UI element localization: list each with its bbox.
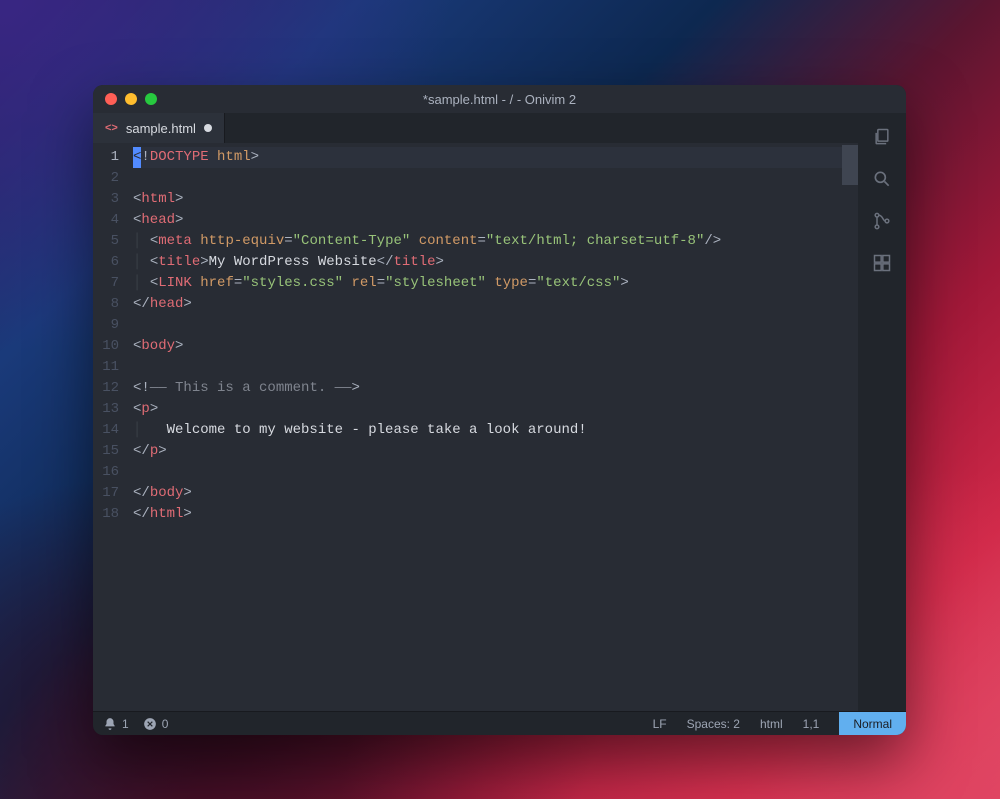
tab-label: sample.html	[126, 121, 196, 136]
notifications-button[interactable]: 1	[103, 717, 129, 731]
minimap[interactable]	[842, 143, 858, 711]
close-icon[interactable]	[105, 93, 117, 105]
eol-indicator[interactable]: LF	[653, 717, 667, 731]
activity-bar	[858, 113, 906, 711]
minimize-icon[interactable]	[125, 93, 137, 105]
error-icon	[143, 717, 157, 731]
errors-count: 0	[162, 717, 169, 731]
explorer-icon[interactable]	[870, 125, 894, 149]
minimap-thumb[interactable]	[842, 145, 858, 185]
vim-mode-indicator: Normal	[839, 712, 906, 736]
lang-indicator[interactable]: html	[760, 717, 783, 731]
source-control-icon[interactable]	[870, 209, 894, 233]
notifications-count: 1	[122, 717, 129, 731]
code-area[interactable]: <!DOCTYPE html><html><head>│ <meta http-…	[127, 143, 842, 711]
titlebar: *sample.html - / - Onivim 2	[93, 85, 906, 113]
search-icon[interactable]	[870, 167, 894, 191]
errors-button[interactable]: 0	[143, 717, 169, 731]
app-window: *sample.html - / - Onivim 2 <> sample.ht…	[93, 85, 906, 735]
editor[interactable]: 123456789101112131415161718 <!DOCTYPE ht…	[93, 143, 858, 711]
tab-bar: <> sample.html	[93, 113, 858, 143]
line-number-gutter: 123456789101112131415161718	[93, 143, 127, 711]
extensions-icon[interactable]	[870, 251, 894, 275]
maximize-icon[interactable]	[145, 93, 157, 105]
indent-indicator[interactable]: Spaces: 2	[687, 717, 740, 731]
window-title: *sample.html - / - Onivim 2	[93, 92, 906, 107]
html-file-icon: <>	[105, 122, 118, 134]
tab-sample-html[interactable]: <> sample.html	[93, 113, 225, 143]
bell-icon	[103, 717, 117, 731]
dirty-indicator-icon	[204, 124, 212, 132]
position-indicator[interactable]: 1,1	[803, 717, 820, 731]
status-bar: 1 0 LF Spaces: 2 html 1,1 Normal	[93, 711, 906, 735]
